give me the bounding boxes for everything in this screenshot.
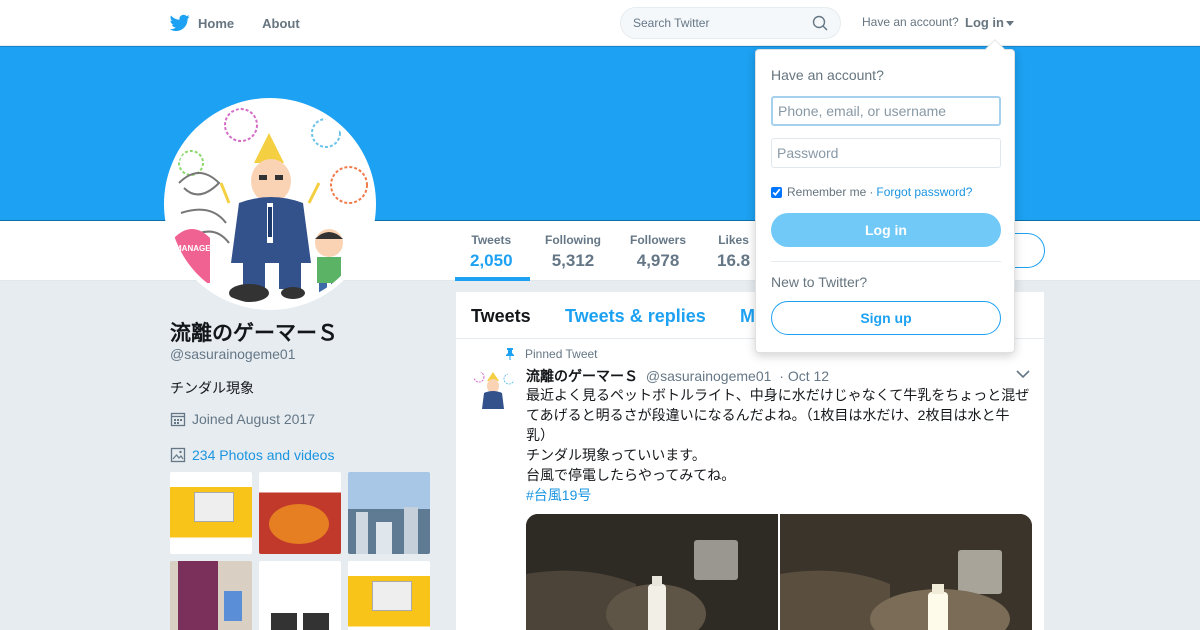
home-label: Home <box>198 15 235 31</box>
login-dropdown-toggle[interactable]: Log in <box>965 15 1014 30</box>
login-dropdown: Have an account? Remember me · Forgot pa… <box>755 39 1015 353</box>
password-input[interactable] <box>771 138 1001 168</box>
active-tab-underline <box>455 277 530 281</box>
pin-icon <box>506 348 514 360</box>
separator-dot: · <box>869 185 874 199</box>
twitter-bird-icon <box>170 14 190 32</box>
photos-videos-link[interactable]: 234 Photos and videos <box>170 447 334 463</box>
top-navigation-bar: Home About Search Twitter Have an accoun… <box>0 0 1200 46</box>
search-box[interactable]: Search Twitter <box>620 7 841 39</box>
profile-bio: チンダル現象 <box>170 380 254 396</box>
joined-text: Joined August 2017 <box>192 411 315 427</box>
tweet-media[interactable] <box>526 514 1032 630</box>
photo-thumbnail[interactable] <box>348 561 430 630</box>
photo-thumbnail[interactable] <box>259 561 341 630</box>
stat-value: 2,050 <box>470 251 513 270</box>
tweet-author-handle[interactable]: @sasurainogeme01 <box>646 368 772 384</box>
image-icon <box>170 447 186 463</box>
tweet-photo[interactable] <box>526 514 778 630</box>
tweet-text-line: 最近よく見るペットボトルライト、中身に水だけじゃなくて牛乳をちょっと混ぜ <box>526 387 1030 403</box>
have-account-text: Have an account? <box>862 15 959 29</box>
svg-text:MANAGEMENT: MANAGEMENT <box>175 244 233 253</box>
remember-me-row: Remember me · Forgot password? <box>771 185 972 199</box>
stat-value: 5,312 <box>551 251 595 270</box>
login-label: Log in <box>965 15 1004 30</box>
search-icon[interactable] <box>812 15 828 31</box>
nav-left: Home About <box>170 0 328 46</box>
stat-tweets[interactable]: Tweets 2,050 <box>470 233 513 271</box>
home-link[interactable]: Home <box>170 14 234 32</box>
stat-following[interactable]: Following 5,312 <box>545 233 601 271</box>
profile-avatar[interactable]: MANAGEMENT <box>164 98 376 310</box>
tweet-text: 最近よく見るペットボトルライト、中身に水だけじゃなくて牛乳をちょっと混ぜ てあげ… <box>526 385 1034 505</box>
login-button[interactable]: Log in <box>771 213 1001 247</box>
photos-link-text: 234 Photos and videos <box>192 447 335 463</box>
stat-label: Tweets <box>471 233 512 247</box>
about-link[interactable]: About <box>262 16 300 31</box>
divider <box>771 261 1001 262</box>
chevron-down-icon[interactable] <box>1016 369 1030 379</box>
photo-thumbnail[interactable] <box>259 472 341 554</box>
tab-tweets[interactable]: Tweets <box>471 306 531 327</box>
bottle-photo-water <box>526 514 778 630</box>
stat-label: Followers <box>630 233 687 247</box>
photo-thumbnail[interactable] <box>170 561 252 630</box>
caret-down-icon <box>1006 21 1014 27</box>
signup-button[interactable]: Sign up <box>771 301 1001 335</box>
stat-label: Following <box>545 233 601 247</box>
search-placeholder: Search Twitter <box>633 16 710 30</box>
stat-value: 16.8 <box>717 251 751 270</box>
remember-me-checkbox[interactable] <box>771 186 782 198</box>
dropdown-title: Have an account? <box>771 67 884 83</box>
photo-thumbnail[interactable] <box>348 472 430 554</box>
avatar-illustration: MANAGEMENT <box>174 108 368 302</box>
tweet-photo[interactable] <box>780 514 1032 630</box>
tweet-text-line: 台風で停電したらやってみてね。 <box>526 467 736 483</box>
pinned-tweet-label: Pinned Tweet <box>505 347 598 361</box>
username-input[interactable] <box>771 96 1001 126</box>
forgot-password-link[interactable]: Forgot password? <box>876 185 972 199</box>
tweet-author-name[interactable]: 流離のゲーマーＳ <box>526 368 638 384</box>
tweet-header: 流離のゲーマーＳ @sasurainogeme01 · Oct 12 <box>526 366 829 386</box>
tweet-avatar-illustration <box>469 369 517 417</box>
photo-thumbnail[interactable] <box>170 472 252 554</box>
profile-handle[interactable]: @sasurainogeme01 <box>170 346 296 362</box>
bottle-photo-milk <box>780 514 1032 630</box>
pinned-text: Pinned Tweet <box>525 347 598 361</box>
stat-followers[interactable]: Followers 4,978 <box>630 233 686 271</box>
tweet-text-line: 乳） <box>526 427 554 443</box>
stat-value: 4,978 <box>636 251 680 270</box>
calendar-icon <box>170 412 186 427</box>
profile-name[interactable]: 流離のゲーマーＳ <box>170 317 338 347</box>
tweet-text-line: チンダル現象っていいます。 <box>526 447 706 463</box>
new-to-twitter-text: New to Twitter? <box>771 274 868 290</box>
stat-label: Likes <box>718 233 749 247</box>
tab-tweets-replies[interactable]: Tweets & replies <box>565 306 706 327</box>
stat-likes[interactable]: Likes 16.8 <box>717 233 750 271</box>
tweet-author-avatar[interactable] <box>469 369 517 417</box>
profile-joined: Joined August 2017 <box>170 411 315 427</box>
tweet-date[interactable]: · Oct 12 <box>779 368 829 384</box>
tweet-hashtag[interactable]: #台風19号 <box>526 485 1034 505</box>
remember-me-label[interactable]: Remember me <box>787 185 866 199</box>
tweet-text-line: てあげると明るさが段違いになるんだよね。（1枚目は水だけ、2枚目は水と牛 <box>526 407 1010 423</box>
tab-media[interactable]: M <box>740 306 755 327</box>
